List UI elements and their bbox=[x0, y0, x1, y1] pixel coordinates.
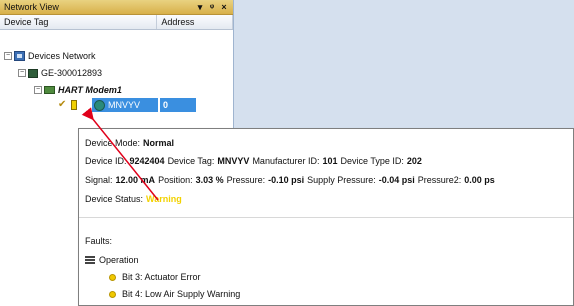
signal-label: Signal: bbox=[85, 175, 113, 185]
tree-node-device[interactable]: ✔ bbox=[58, 98, 80, 112]
network-icon bbox=[14, 51, 25, 61]
faults-label: Faults: bbox=[85, 236, 113, 246]
faults-heading: Faults: bbox=[85, 236, 112, 246]
valve-icon: ✔ bbox=[58, 99, 67, 110]
collapse-icon[interactable]: − bbox=[18, 69, 26, 77]
manufacturer-id-label: Manufacturer ID: bbox=[252, 156, 320, 166]
tree-node-label: Devices Network bbox=[28, 51, 96, 61]
tree-node-controller[interactable]: − GE-300012893 bbox=[18, 66, 102, 80]
supply-pressure-label: Supply Pressure: bbox=[307, 175, 376, 185]
device-type-id-label: Device Type ID: bbox=[340, 156, 404, 166]
fault-item-label: Bit 3: Actuator Error bbox=[122, 272, 201, 282]
pressure2-value: 0.00 ps bbox=[464, 175, 495, 185]
fault-group-label: Operation bbox=[99, 255, 139, 265]
device-id-value: 9242404 bbox=[129, 156, 165, 166]
device-status-line: Device Status: Warning bbox=[85, 194, 182, 204]
controller-icon bbox=[28, 68, 38, 78]
dropdown-icon[interactable]: ▾ bbox=[195, 2, 205, 13]
device-mode-line: Device Mode: Normal bbox=[85, 138, 174, 148]
close-icon[interactable]: × bbox=[219, 2, 229, 12]
panel-title: Network View bbox=[4, 2, 59, 12]
app-window: Network View ▾ ᵠ × Device Tag Address − … bbox=[0, 0, 574, 306]
warning-dot-icon bbox=[109, 290, 116, 298]
manufacturer-id-value: 101 bbox=[322, 156, 338, 166]
device-status-value: Warning bbox=[146, 194, 182, 204]
column-header-address[interactable]: Address bbox=[157, 15, 233, 29]
position-label: Position: bbox=[158, 175, 193, 185]
supply-pressure-value: -0.04 psi bbox=[378, 175, 415, 185]
pressure-value: -0.10 psi bbox=[268, 175, 305, 185]
device-type-id-value: 202 bbox=[406, 156, 422, 166]
device-tag-value: MNVYV bbox=[217, 156, 250, 166]
pin-icon[interactable]: ᵠ bbox=[207, 2, 217, 12]
pressure-label: Pressure: bbox=[226, 175, 266, 185]
list-icon bbox=[85, 256, 95, 264]
column-headers: Device Tag Address bbox=[0, 15, 233, 30]
device-tooltip: Device Mode: Normal Device ID: 9242404 D… bbox=[78, 128, 574, 306]
tree-node-label: HART Modem1 bbox=[58, 85, 122, 95]
divider bbox=[79, 217, 573, 218]
panel-title-bar: Network View ▾ ᵠ × bbox=[0, 0, 233, 15]
device-tag-label: MNVYV bbox=[108, 100, 141, 110]
device-address-cell[interactable]: 0 bbox=[160, 98, 196, 112]
tree-node-modem[interactable]: − HART Modem1 bbox=[34, 83, 122, 97]
signal-line: Signal: 12.00 mA Position: 3.03 % Pressu… bbox=[85, 175, 495, 185]
fault-group-operation: Operation bbox=[85, 255, 139, 265]
device-status-label: Device Status: bbox=[85, 194, 144, 204]
device-id-label: Device ID: bbox=[85, 156, 127, 166]
device-tag-label: Device Tag: bbox=[167, 156, 215, 166]
collapse-icon[interactable]: − bbox=[34, 86, 42, 94]
device-mode-value: Normal bbox=[143, 138, 175, 148]
pressure2-label: Pressure2: bbox=[417, 175, 462, 185]
fault-item: Bit 4: Low Air Supply Warning bbox=[109, 289, 240, 299]
column-header-device-tag[interactable]: Device Tag bbox=[0, 15, 158, 29]
device-id-line: Device ID: 9242404 Device Tag: MNVYV Man… bbox=[85, 156, 422, 166]
warning-dot-icon bbox=[109, 273, 116, 281]
collapse-icon[interactable]: − bbox=[4, 52, 12, 60]
signal-value: 12.00 mA bbox=[115, 175, 156, 185]
fault-item-label: Bit 4: Low Air Supply Warning bbox=[122, 289, 241, 299]
warning-status-icon bbox=[71, 100, 77, 110]
tree-node-network[interactable]: − Devices Network bbox=[4, 49, 96, 63]
device-mode-label: Device Mode: bbox=[85, 138, 141, 148]
fault-item: Bit 3: Actuator Error bbox=[109, 272, 201, 282]
selected-device-cell[interactable]: MNVYV bbox=[92, 98, 158, 112]
tree-node-label: GE-300012893 bbox=[41, 68, 103, 78]
modem-icon bbox=[44, 86, 55, 94]
device-icon bbox=[94, 99, 105, 111]
position-value: 3.03 % bbox=[195, 175, 224, 185]
